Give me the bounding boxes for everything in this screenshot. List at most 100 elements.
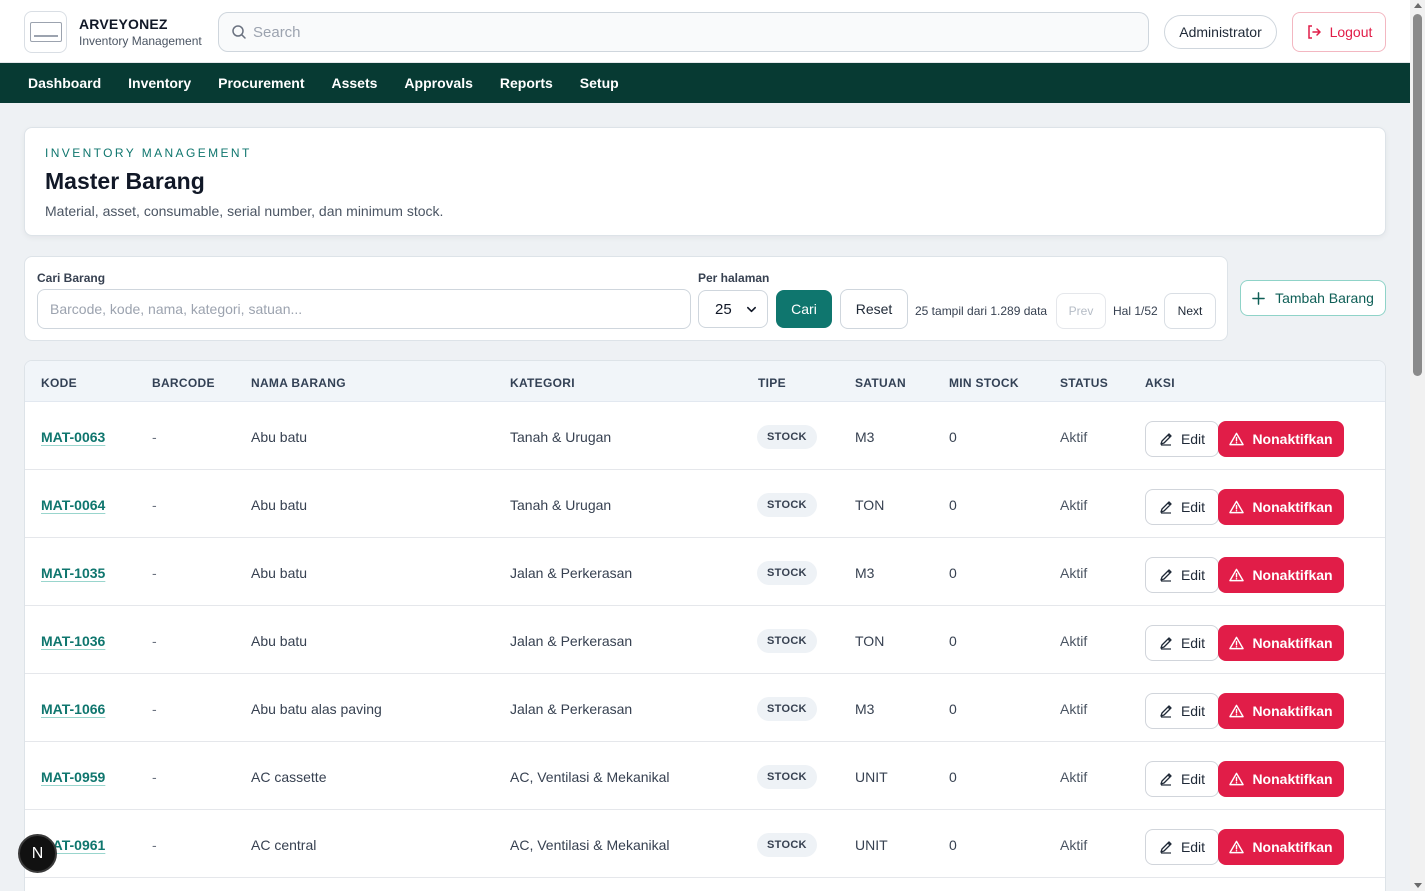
item-type-badge: STOCK bbox=[757, 425, 817, 449]
item-code-link[interactable]: MAT-1035 bbox=[41, 565, 105, 581]
item-barcode: - bbox=[152, 837, 157, 853]
logout-icon bbox=[1307, 25, 1321, 39]
deactivate-button[interactable]: Nonaktifkan bbox=[1218, 489, 1344, 525]
deactivate-button[interactable]: Nonaktifkan bbox=[1218, 761, 1344, 797]
deactivate-button[interactable]: Nonaktifkan bbox=[1218, 557, 1344, 593]
search-input[interactable] bbox=[253, 13, 1133, 51]
edit-button[interactable]: Edit bbox=[1145, 625, 1219, 661]
col-min-stock[interactable]: MIN STOCK bbox=[949, 376, 1019, 390]
item-code-link[interactable]: MAT-0063 bbox=[41, 429, 105, 445]
item-unit: M3 bbox=[855, 701, 875, 717]
item-type-badge: STOCK bbox=[757, 697, 817, 721]
item-code-link[interactable]: MAT-0959 bbox=[41, 769, 105, 785]
deactivate-button[interactable]: Nonaktifkan bbox=[1218, 829, 1344, 865]
edit-label: Edit bbox=[1180, 771, 1206, 787]
deactivate-label: Nonaktifkan bbox=[1252, 431, 1333, 447]
pencil-icon bbox=[1160, 569, 1172, 582]
item-name: Abu batu alas paving bbox=[251, 701, 382, 717]
nav-procurement[interactable]: Procurement bbox=[218, 75, 304, 91]
nav-reports[interactable]: Reports bbox=[500, 75, 553, 91]
item-code-link[interactable]: MAT-0064 bbox=[41, 497, 105, 513]
deactivate-label: Nonaktifkan bbox=[1252, 703, 1333, 719]
pencil-icon bbox=[1160, 433, 1172, 446]
col-aksi: AKSI bbox=[1145, 376, 1175, 390]
item-status: Aktif bbox=[1060, 701, 1088, 717]
page-eyebrow: INVENTORY MANAGEMENT bbox=[45, 146, 252, 160]
search-button[interactable]: Cari bbox=[776, 290, 832, 328]
table-row: MAT-0961- AC central AC, Ventilasi & Mekan… bbox=[25, 810, 1385, 878]
edit-button[interactable]: Edit bbox=[1145, 489, 1219, 525]
table-header: KODE BARCODE NAMA BARANG KATEGORI TIPE S… bbox=[25, 361, 1385, 402]
add-item-button[interactable]: Tambah Barang bbox=[1240, 280, 1386, 316]
item-min-stock: 0 bbox=[949, 429, 957, 445]
item-min-stock: 0 bbox=[949, 633, 957, 649]
item-unit: M3 bbox=[855, 565, 875, 581]
nav-setup[interactable]: Setup bbox=[580, 75, 619, 91]
col-barcode[interactable]: BARCODE bbox=[152, 376, 215, 390]
edit-button[interactable]: Edit bbox=[1145, 557, 1219, 593]
edit-button[interactable]: Edit bbox=[1145, 761, 1219, 797]
item-type-badge: STOCK bbox=[757, 561, 817, 585]
item-type-badge: STOCK bbox=[757, 765, 817, 789]
item-category: AC, Ventilasi & Mekanikal bbox=[510, 837, 670, 853]
per-page-select[interactable]: 25 bbox=[698, 290, 768, 328]
item-unit: UNIT bbox=[855, 769, 888, 785]
table-row: MAT-1036 - Abu batu Jalan & Perkerasan STOCK… bbox=[25, 606, 1385, 674]
next-page-button[interactable]: Next bbox=[1164, 293, 1216, 329]
edit-button[interactable]: Edit bbox=[1145, 693, 1219, 729]
global-search[interactable] bbox=[218, 12, 1149, 52]
item-category: Tanah & Urugan bbox=[510, 429, 612, 445]
pencil-icon bbox=[1160, 705, 1172, 718]
item-barcode: - bbox=[152, 429, 157, 445]
item-category: Tanah & Urugan bbox=[510, 497, 612, 513]
col-kategori[interactable]: KATEGORI bbox=[510, 376, 575, 390]
nav-dashboard[interactable]: Dashboard bbox=[28, 75, 101, 91]
dev-tools-button[interactable]: N bbox=[18, 834, 57, 873]
edit-button[interactable]: Edit bbox=[1145, 829, 1219, 865]
col-kode[interactable]: KODE bbox=[41, 376, 77, 390]
scroll-down-icon[interactable] bbox=[1414, 883, 1422, 888]
col-satuan[interactable]: SATUAN bbox=[855, 376, 906, 390]
scroll-thumb[interactable] bbox=[1413, 14, 1422, 376]
add-item-label: Tambah Barang bbox=[1275, 290, 1374, 306]
scroll-up-icon[interactable] bbox=[1414, 3, 1422, 8]
col-tipe[interactable]: TIPE bbox=[758, 376, 786, 390]
col-nama-barang[interactable]: NAMA BARANG bbox=[251, 376, 346, 390]
brand-subtitle: Inventory Management bbox=[79, 34, 202, 48]
item-barcode: - bbox=[152, 633, 157, 649]
edit-label: Edit bbox=[1180, 567, 1206, 583]
item-status: Aktif bbox=[1060, 565, 1088, 581]
item-code-link[interactable]: MAT-1036 bbox=[41, 633, 105, 649]
search-label: Cari Barang bbox=[37, 271, 106, 285]
nav-approvals[interactable]: Approvals bbox=[404, 75, 472, 91]
item-name: Abu batu bbox=[251, 633, 308, 649]
item-code-link[interactable]: MAT-1066 bbox=[41, 701, 105, 717]
item-name: Abu batu bbox=[251, 565, 308, 581]
edit-button[interactable]: Edit bbox=[1145, 421, 1219, 457]
item-category: Jalan & Perkerasan bbox=[510, 633, 633, 649]
reset-button[interactable]: Reset bbox=[840, 289, 908, 329]
warning-icon bbox=[1229, 500, 1245, 514]
result-count: 25 tampil dari 1.289 data bbox=[915, 304, 1048, 318]
col-status[interactable]: STATUS bbox=[1060, 376, 1108, 390]
prev-page-button[interactable]: Prev bbox=[1056, 293, 1106, 329]
item-unit: TON bbox=[855, 633, 885, 649]
warning-icon bbox=[1229, 772, 1245, 786]
item-min-stock: 0 bbox=[949, 769, 957, 785]
chevron-down-icon bbox=[747, 306, 756, 313]
nav-inventory[interactable]: Inventory bbox=[128, 75, 191, 91]
user-role-button[interactable]: Administrator bbox=[1164, 15, 1277, 49]
app-logo[interactable] bbox=[24, 11, 67, 53]
page-scrollbar[interactable] bbox=[1410, 0, 1425, 891]
deactivate-button[interactable]: Nonaktifkan bbox=[1218, 625, 1344, 661]
logout-button[interactable]: Logout bbox=[1292, 12, 1386, 52]
nav-assets[interactable]: Assets bbox=[332, 75, 378, 91]
item-search-input[interactable] bbox=[37, 289, 691, 329]
brand-title: ARVEYONEZ bbox=[79, 16, 168, 32]
deactivate-label: Nonaktifkan bbox=[1252, 635, 1333, 651]
deactivate-button[interactable]: Nonaktifkan bbox=[1218, 421, 1344, 457]
plus-icon bbox=[1252, 291, 1265, 305]
deactivate-button[interactable]: Nonaktifkan bbox=[1218, 693, 1344, 729]
pencil-icon bbox=[1160, 841, 1172, 854]
item-type-badge: STOCK bbox=[757, 629, 817, 653]
